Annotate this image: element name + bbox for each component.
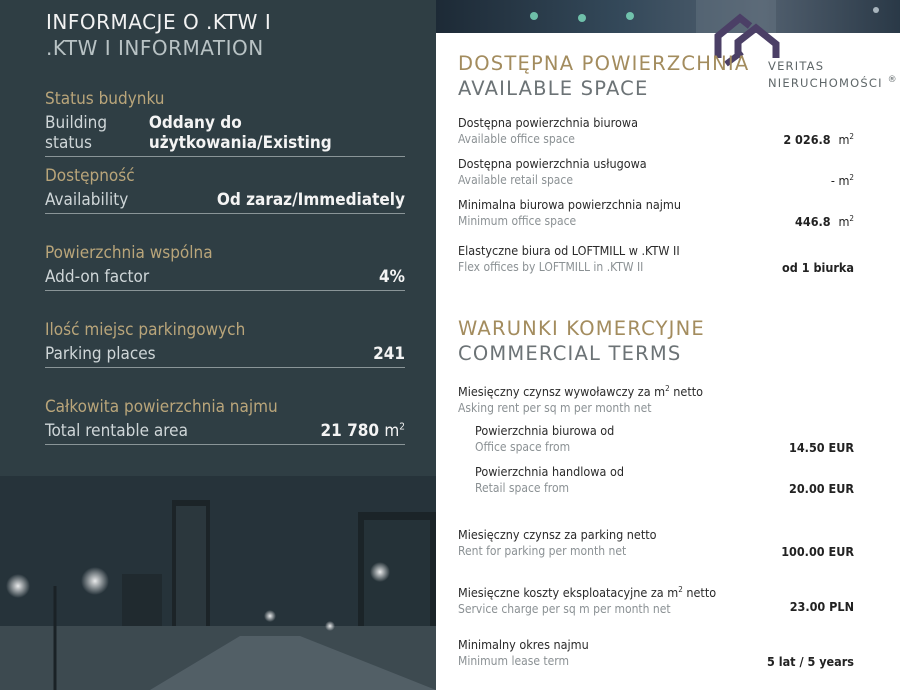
item-label-pl: Miesięczny czynsz za parking netto	[458, 527, 657, 542]
available-office-space: Dostępna powierzchnia biurowa Available …	[458, 114, 858, 148]
rent-label-text: Miesięczny czynsz wywoławczy za m	[458, 384, 666, 400]
item-value-number: 446.8	[795, 214, 831, 230]
service-charge: Miesięczne koszty eksploatacyjne za m2 n…	[458, 581, 858, 618]
logo-line-2: NIERUCHOMOŚCI ®	[768, 73, 898, 90]
item-value: od 1 biurka	[782, 260, 854, 275]
item-label-en: Available retail space	[458, 173, 573, 187]
commercial-title-pl: WARUNKI KOMERCYJNE	[458, 317, 705, 340]
service-label-suffix: netto	[682, 585, 717, 601]
area-number: 21 780	[320, 421, 380, 441]
city-night-photo	[0, 476, 436, 690]
item-value: 446.8 m2	[795, 214, 854, 229]
asking-rent: Miesięczny czynsz wywoławczy za m2 netto…	[458, 380, 858, 417]
item-value-unit-sup: 2	[849, 214, 854, 223]
fact-row: Total rentable area 21 780 m2	[45, 421, 405, 445]
fact-label-en: Availability	[45, 190, 129, 210]
fact-label-en: Parking places	[45, 344, 156, 364]
flex-offices: Elastyczne biura od LOFTMILL w .KTW II F…	[458, 242, 858, 276]
fact-label-en: Total rentable area	[45, 421, 188, 441]
area-unit-sup: 2	[399, 421, 405, 433]
item-label-pl: Dostępna powierzchnia biurowa	[458, 115, 638, 130]
item-label-pl: Dostępna powierzchnia usługowa	[458, 156, 647, 171]
item-value-number: - m	[830, 173, 850, 189]
retail-space-rent: Powierzchnia handlowa od Retail space fr…	[475, 463, 858, 497]
item-label-pl: Minimalna biurowa powierzchnia najmu	[458, 197, 681, 212]
fact-value: Od zaraz/Immediately	[216, 190, 405, 210]
title-pl: INFORMACJE O .KTW I	[46, 10, 272, 34]
item-label-pl: Powierzchnia handlowa od	[475, 464, 624, 479]
fact-row: Add-on factor 4%	[45, 267, 405, 291]
item-value: 14.50 EUR	[789, 440, 854, 455]
fact-availability: Dostępność Availability Od zaraz/Immedia…	[45, 165, 405, 242]
minimum-office-space: Minimalna biurowa powierzchnia najmu Min…	[458, 196, 858, 230]
commercial-terms-title: WARUNKI KOMERCYJNE COMMERCIAL TERMS	[458, 316, 705, 366]
fact-value: Oddany do użytkowania/Existing	[148, 113, 332, 153]
fact-row: Availability Od zaraz/Immediately	[45, 190, 405, 214]
fact-value: 4%	[379, 267, 405, 287]
veritas-logo-text: VERITAS NIERUCHOMOŚCI ®	[768, 59, 898, 90]
rent-label-suffix: netto	[669, 384, 704, 400]
fact-row: Parking places 241	[45, 344, 405, 368]
item-value-unit-sup: 2	[849, 132, 854, 141]
item-label-pl: Powierzchnia biurowa od	[475, 423, 615, 438]
fact-label-en: Add-on factor	[45, 267, 150, 287]
minimum-lease-term: Minimalny okres najmu Minimum lease term…	[458, 636, 858, 670]
fact-label-pl: Status budynku	[45, 89, 165, 109]
fact-row: Building status Oddany do użytkowania/Ex…	[45, 113, 405, 157]
fact-building-status: Status budynku Building status Oddany do…	[45, 88, 405, 165]
item-label-en: Asking rent per sq m per month net	[458, 401, 652, 416]
area-unit: m	[384, 421, 400, 441]
registered-mark: ®	[887, 75, 898, 85]
commercial-title-en: COMMERCIAL TERMS	[458, 342, 682, 365]
available-space-title: DOSTĘPNA POWIERZCHNIA AVAILABLE SPACE	[458, 51, 749, 101]
fact-add-on-factor: Powierzchnia wspólna Add-on factor 4%	[45, 242, 405, 319]
logo-line-1: VERITAS	[768, 59, 825, 73]
building-info-panel: INFORMACJE O .KTW I .KTW I INFORMATION S…	[0, 0, 436, 690]
item-value-number: 2 026.8	[783, 132, 831, 148]
fact-parking-places: Ilość miejsc parkingowych Parking places…	[45, 319, 405, 396]
fact-total-rentable-area: Całkowita powierzchnia najmu Total renta…	[45, 396, 405, 473]
fact-label-pl: Powierzchnia wspólna	[45, 243, 213, 263]
logo-line-2-text: NIERUCHOMOŚCI	[768, 75, 883, 90]
item-value-unit: m	[838, 132, 850, 148]
item-label-pl: Minimalny okres najmu	[458, 637, 589, 652]
item-value-unit-sup: 2	[849, 173, 854, 182]
fact-label-pl: Dostępność	[45, 166, 135, 186]
fact-value: 241	[373, 344, 405, 364]
available-retail-space: Dostępna powierzchnia usługowa Available…	[458, 155, 858, 189]
office-space-rent: Powierzchnia biurowa od Office space fro…	[475, 422, 858, 456]
item-value: 2 026.8 m2	[783, 132, 854, 147]
item-value: - m2	[831, 173, 854, 188]
brochure-page: INFORMACJE O .KTW I .KTW I INFORMATION S…	[0, 0, 900, 690]
fact-label-en: Building status	[45, 113, 108, 153]
parking-rent: Miesięczny czynsz za parking netto Rent …	[458, 526, 858, 560]
item-value: 100.00 EUR	[781, 544, 854, 559]
building-info-title: INFORMACJE O .KTW I .KTW I INFORMATION	[46, 10, 271, 60]
item-value: 20.00 EUR	[789, 481, 854, 496]
title-en: .KTW I INFORMATION	[46, 36, 264, 60]
item-value: 23.00 PLN	[789, 599, 854, 614]
available-title-pl: DOSTĘPNA POWIERZCHNIA	[458, 52, 750, 75]
available-title-en: AVAILABLE SPACE	[458, 77, 649, 100]
service-label-text: Miesięczne koszty eksploatacyjne za m	[458, 585, 679, 601]
item-value: 5 lat / 5 years	[766, 654, 854, 669]
fact-value: 21 780 m2	[321, 421, 406, 441]
item-value-unit: m	[838, 214, 850, 230]
header-photo-strip	[436, 0, 900, 33]
item-label-pl: Miesięczny czynsz wywoławczy za m2 netto	[458, 380, 858, 400]
fact-label-pl: Całkowita powierzchnia najmu	[45, 397, 278, 417]
item-label-pl: Elastyczne biura od LOFTMILL w .KTW II	[458, 243, 680, 258]
building-facts-list: Status budynku Building status Oddany do…	[45, 88, 405, 473]
fact-label-pl: Ilość miejsc parkingowych	[45, 320, 246, 340]
